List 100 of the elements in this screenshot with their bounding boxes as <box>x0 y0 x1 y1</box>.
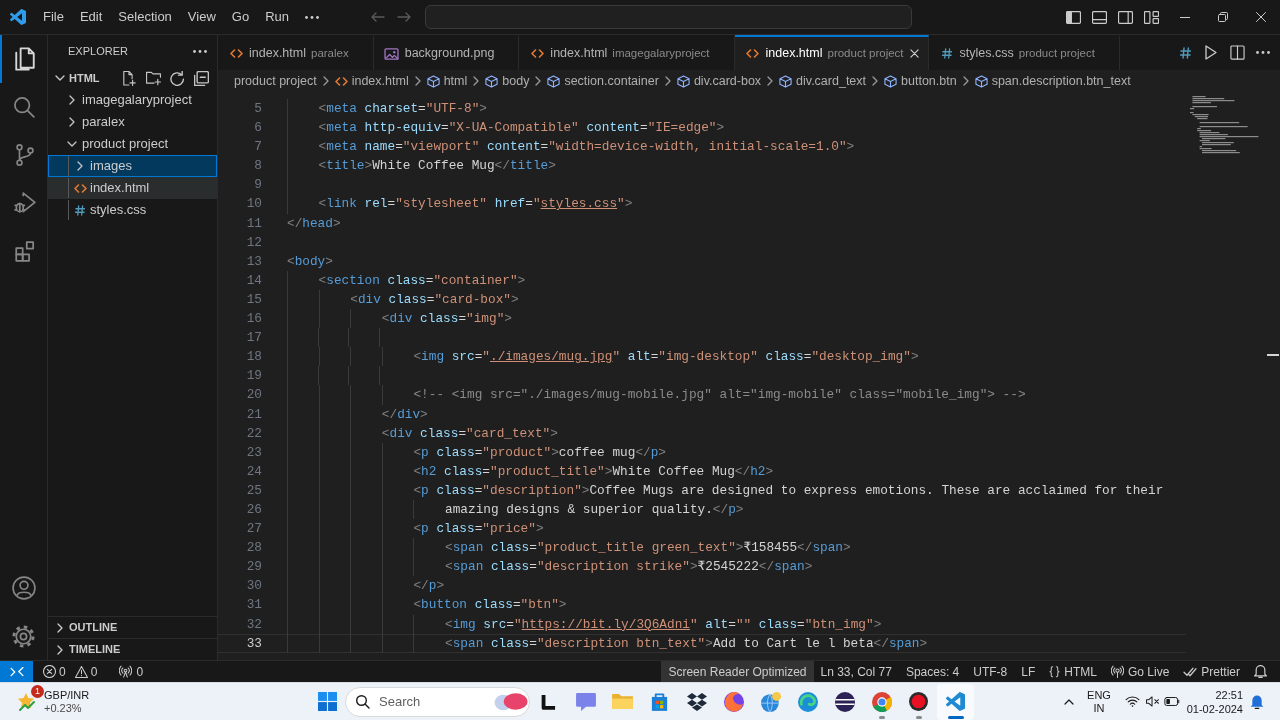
section-header[interactable]: HTML <box>48 67 104 89</box>
menu-item[interactable]: View <box>179 5 224 29</box>
tree-item[interactable]: product project <box>48 133 217 155</box>
menu-item[interactable]: File <box>35 5 72 29</box>
input-language-button[interactable]: ENG IN <box>1080 688 1118 715</box>
tree-item[interactable]: index.html <box>48 177 217 199</box>
settings-icon <box>12 624 35 648</box>
line-number: 28 <box>246 539 262 558</box>
primary-sidebar-icon[interactable] <box>1065 10 1081 24</box>
run-icon[interactable] <box>1205 45 1217 60</box>
new-folder-icon[interactable] <box>145 70 161 86</box>
menu-item[interactable]: Edit <box>71 5 111 29</box>
breadcrumb-item[interactable]: button.btn <box>884 71 957 91</box>
more-icon[interactable] <box>1256 51 1270 54</box>
status-bar-item[interactable]: Screen Reader Optimized <box>661 661 814 682</box>
battery-icon[interactable] <box>1164 697 1180 706</box>
code-line: <button class="btn"> <box>413 596 567 615</box>
run-debug-icon <box>13 192 36 214</box>
files-icon <box>14 47 35 71</box>
chevron-up-icon[interactable] <box>1064 698 1074 705</box>
layout-icon[interactable] <box>1143 10 1159 24</box>
tree-item[interactable]: styles.css <box>48 199 217 221</box>
notification-badge: 1 <box>31 684 44 698</box>
clock-date[interactable]: 01-02-2024 <box>1186 701 1243 716</box>
back-arrow-icon[interactable] <box>371 12 385 22</box>
breadcrumb-item[interactable]: section.container <box>547 71 659 91</box>
collapse-all-icon[interactable] <box>193 70 209 86</box>
status-bar-item[interactable]: Spaces: 4 <box>898 661 967 682</box>
panel-header[interactable]: OUTLINE <box>48 616 217 638</box>
diamond-boxes-icon <box>686 692 707 711</box>
close-icon[interactable] <box>910 49 920 58</box>
status-bar-item[interactable]: Prettier <box>1176 661 1247 682</box>
code-line: <span class="product_title green_text">₹158455</span> <box>445 539 851 558</box>
line-number: 5 <box>254 100 262 118</box>
clock-time[interactable]: 22:51 <box>1215 687 1243 702</box>
breadcrumb-item[interactable]: span.description.btn_text <box>974 71 1131 91</box>
status-bar-item[interactable]: Go Live <box>1103 661 1177 682</box>
split-editor-icon[interactable] <box>1229 45 1245 60</box>
code-line: amazing designs & superior quality.</p> <box>445 500 744 519</box>
editor-tab[interactable]: index.html product project <box>734 35 929 70</box>
code-line: <section class="container"> <box>318 271 526 290</box>
breadcrumb-item[interactable]: div.card-box <box>676 71 762 91</box>
status-bar-item[interactable]: UTF-8 <box>966 661 1015 682</box>
restore-icon[interactable] <box>1218 12 1228 22</box>
running-indicator-icon <box>915 715 922 719</box>
breadcrumb-item[interactable]: div.card_text <box>779 71 867 91</box>
line-number: 12 <box>246 233 262 252</box>
widget-title[interactable]: GBP/INR <box>44 688 90 702</box>
problems-button[interactable]: 0 0 <box>35 661 106 682</box>
image-file-icon <box>384 47 400 60</box>
code-line: <p class="price"> <box>413 520 544 539</box>
line-number: 29 <box>246 558 262 577</box>
panel-icon[interactable] <box>1091 10 1107 24</box>
secondary-sidebar-icon[interactable] <box>1117 10 1133 24</box>
remote-button[interactable] <box>0 661 33 682</box>
breadcrumb-item[interactable]: html <box>426 71 468 91</box>
muted-speaker-icon[interactable] <box>1144 696 1160 707</box>
breadcrumb-item[interactable]: product project <box>234 71 317 91</box>
line-number: 11 <box>246 214 262 233</box>
code-line: <img src="https://bit.ly/3Q6Adni" alt="" class="btn_img"> <box>445 615 882 634</box>
code-line: <span class="description strike">₹2545222</span> <box>445 558 813 577</box>
code-line: </p> <box>413 577 445 596</box>
tree-item[interactable]: paralex <box>48 111 217 133</box>
menu-item[interactable]: Run <box>257 5 297 29</box>
code-line: <meta charset="UTF-8"> <box>318 100 487 118</box>
ports-button[interactable]: 0 <box>111 661 152 682</box>
new-file-icon[interactable] <box>121 70 137 86</box>
menu-item[interactable]: Selection <box>110 5 180 29</box>
wifi-icon[interactable] <box>1124 696 1140 707</box>
more-icon[interactable] <box>193 49 207 53</box>
tree-item[interactable]: imagegalaryproject <box>48 89 217 111</box>
minimize-icon[interactable] <box>1180 16 1190 18</box>
more-icon[interactable] <box>305 15 319 19</box>
tree-item[interactable]: images <box>48 155 217 177</box>
search-icon <box>14 96 35 118</box>
chevron-icon <box>535 76 542 86</box>
command-center-field[interactable] <box>425 5 912 29</box>
line-number: 17 <box>246 329 262 348</box>
status-bar-item[interactable]: Ln 33, Col 77 <box>813 661 899 682</box>
search-field[interactable]: Search <box>345 686 530 717</box>
bell-icon[interactable] <box>1250 694 1264 709</box>
status-bar-item[interactable]: LF <box>1014 661 1043 682</box>
code-line: <div class="card_text"> <box>381 424 558 443</box>
start-icon[interactable] <box>317 692 337 711</box>
breadcrumb-item[interactable]: body <box>485 71 530 91</box>
minimap[interactable] <box>1190 96 1260 154</box>
status-bar-item[interactable]: HTML <box>1042 661 1104 682</box>
menu-item[interactable]: Go <box>223 5 258 29</box>
forward-arrow-icon[interactable] <box>397 12 411 22</box>
hash-icon[interactable] <box>1179 46 1191 59</box>
line-number: 20 <box>246 386 262 405</box>
code-line: <h2 class="product_title">White Coffee Mug</h2> <box>413 462 774 481</box>
code-line: <!-- <img src="./images/mug-mobile.jpg" alt="img-mobile" class="mobile_img"> --> <box>413 386 1026 405</box>
angle-brackets-icon <box>530 49 544 58</box>
refresh-icon[interactable] <box>169 70 185 86</box>
editor-logo-icon <box>9 9 26 25</box>
breadcrumb-item[interactable]: index.html <box>334 71 409 91</box>
striped-sphere-icon <box>834 691 855 712</box>
close-icon[interactable] <box>1256 12 1266 22</box>
line-number: 32 <box>246 615 262 634</box>
